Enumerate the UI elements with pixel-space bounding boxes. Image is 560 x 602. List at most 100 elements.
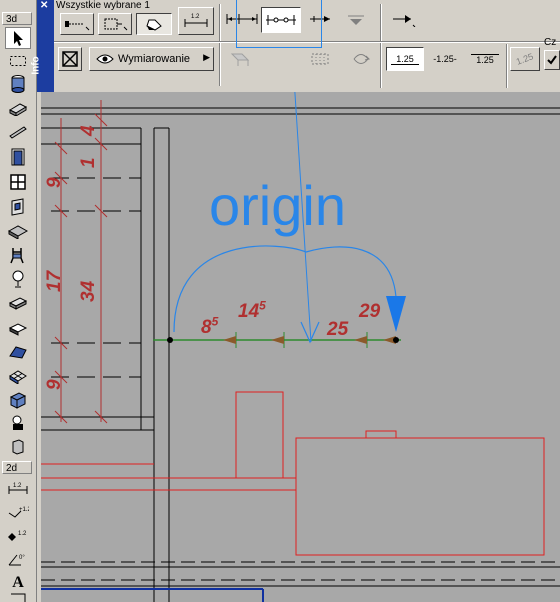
floor-plan-drawing[interactable] [41, 92, 560, 602]
pointer-tool[interactable] [5, 27, 31, 49]
svg-text:1.2: 1.2 [191, 14, 200, 20]
pen-color-button[interactable] [58, 47, 82, 71]
snap-grid-button[interactable] [304, 47, 338, 71]
roof-plane-icon [9, 346, 27, 359]
toolbox-2d-label: 2d [2, 461, 32, 474]
object-tool[interactable] [5, 268, 31, 290]
camera-tool[interactable] [5, 412, 31, 434]
eraser-icon [146, 19, 162, 31]
toolbox-palette: 3d 2d 1.2 +1. 1.2 0° A [0, 0, 37, 602]
crossed-square-icon [62, 51, 78, 67]
marker-triangle-button[interactable] [342, 8, 372, 30]
window-tool[interactable] [5, 171, 31, 193]
cylinder-icon [11, 75, 25, 93]
eye-icon [96, 54, 114, 64]
text-icon: A [12, 574, 24, 591]
dim-value-a: 1.25 [396, 53, 414, 64]
morph-tool[interactable] [5, 436, 31, 458]
dimension-label: 9 [44, 379, 65, 390]
linear-dimension-icon: 1.2 [8, 483, 28, 494]
svg-text:+1.2: +1.2 [19, 507, 29, 513]
roof-plane-tool[interactable] [5, 341, 31, 363]
roof-tool[interactable] [5, 220, 31, 242]
text-tool[interactable]: A [5, 572, 31, 594]
dimension-node[interactable] [167, 337, 173, 343]
slab-icon [8, 297, 28, 310]
cut-label: Cz [544, 37, 557, 48]
svg-text:0°: 0° [19, 555, 25, 561]
curtain-wall-icon [9, 392, 27, 409]
dimension-position-button[interactable] [224, 47, 258, 71]
camera-icon [12, 415, 23, 430]
close-icon[interactable]: ✕ [40, 0, 48, 11]
origin-annotation: origin [209, 174, 346, 237]
text-position-button[interactable] [386, 8, 422, 30]
rotate-button[interactable] [346, 47, 376, 71]
annotation-arrowhead [386, 296, 406, 332]
dimension-label: 1 [78, 157, 99, 168]
elevation-dimension-icon: 1.2 [8, 531, 27, 541]
curtain-wall-tool[interactable] [5, 389, 31, 411]
wall-tool[interactable] [5, 97, 31, 119]
dim-value-b: -1.25- [433, 54, 457, 64]
dimension-position-icon [230, 53, 250, 66]
door-icon [11, 148, 25, 166]
label-icon [11, 593, 26, 602]
door-tool[interactable] [5, 146, 31, 168]
stair-tool[interactable] [5, 244, 31, 266]
slab-tool[interactable] [5, 292, 31, 314]
wall-icon [8, 103, 28, 116]
elevation-dimension-tool[interactable]: 1.2 [5, 525, 31, 547]
mesh-tool[interactable] [5, 365, 31, 387]
label-tool[interactable] [5, 592, 31, 602]
rotate-icon [353, 54, 370, 64]
zone-icon [8, 323, 28, 336]
level-dimension-tool[interactable]: +1.2 [5, 501, 31, 523]
marquee-tool[interactable] [5, 50, 31, 72]
morph-icon [12, 439, 24, 455]
mesh-icon [9, 370, 27, 384]
associative-button[interactable] [136, 13, 172, 35]
dimension-label: 25 [327, 319, 349, 340]
dimension-label: 85 [201, 314, 219, 338]
skylight-icon [11, 198, 24, 216]
layer-name: Wymiarowanie [118, 53, 191, 65]
skylight-tool[interactable] [5, 196, 31, 218]
cut-checkbox[interactable] [544, 50, 560, 70]
level-dimension-icon: +1.2 [8, 507, 29, 518]
roof-icon [8, 225, 28, 239]
beam-icon [9, 126, 27, 139]
beam-tool[interactable] [5, 121, 31, 143]
dimension-label: 34 [78, 280, 99, 302]
svg-text:1.2: 1.2 [18, 531, 27, 537]
svg-text:1.2: 1.2 [13, 483, 22, 489]
dropdown-arrow-icon: ▶ [203, 52, 210, 62]
angle-dimension-tool[interactable]: 0° [5, 549, 31, 571]
drawing-canvas[interactable]: origin 85 145 25 29 4 1 9 17 34 9 [41, 92, 560, 602]
angle-dimension-icon: 0° [8, 554, 25, 566]
marker-type-button[interactable] [98, 13, 132, 35]
dimension-label: 145 [238, 298, 266, 322]
column-tool[interactable] [5, 73, 31, 95]
linear-dimension-tool[interactable]: 1.2 [5, 477, 31, 499]
dim-value-d: 1.25 [515, 51, 535, 67]
zone-tool[interactable] [5, 317, 31, 339]
info-box-titlebar[interactable]: ✕ Info [31, 0, 54, 92]
highlight-frame [236, 0, 322, 48]
dimension-text-inline-button[interactable]: -1.25- [427, 47, 463, 71]
dimension-label: 17 [44, 270, 65, 292]
dimension-text-above-button[interactable]: 1.25 [386, 47, 424, 71]
geometry-method-button[interactable] [60, 13, 94, 35]
dimension-value-icon: 1.2 [184, 14, 208, 27]
dimension-text-below-button[interactable]: 1.25 [466, 47, 504, 71]
dimension-text-rotated-button[interactable]: 1.25 [510, 47, 540, 71]
info-box-title: Info [30, 56, 42, 75]
furniture-outline [365, 430, 397, 439]
dimension-label: 4 [78, 125, 99, 136]
window-icon [10, 174, 26, 190]
dimension-node[interactable] [393, 337, 399, 343]
selection-status: Wszystkie wybrane 1 [56, 0, 150, 11]
layer-selector[interactable]: Wymiarowanie ▶ [89, 47, 214, 71]
static-dimension-button[interactable]: 1.2 [178, 7, 214, 35]
arrow-right-icon [393, 15, 416, 27]
